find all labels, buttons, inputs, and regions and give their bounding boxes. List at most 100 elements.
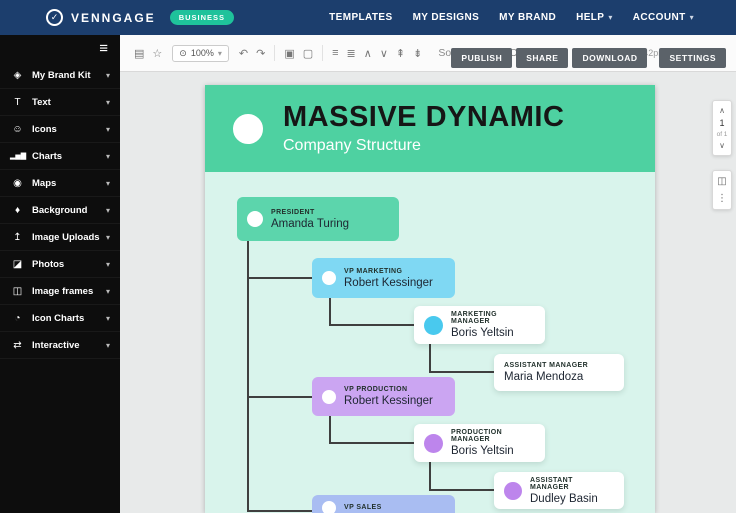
role-donut-icon bbox=[247, 211, 263, 227]
design-page[interactable]: MASSIVE DYNAMIC Company Structure PRESID… bbox=[205, 85, 655, 513]
zoom-control[interactable]: ⊙ 100% ▾ bbox=[172, 44, 229, 62]
chevron-down-icon: ▾ bbox=[105, 340, 110, 350]
sidebar-item-image-frames[interactable]: ◫ Image frames ▾ bbox=[0, 278, 120, 305]
business-plan-badge: BUSINESS bbox=[169, 10, 235, 25]
unlock-icon[interactable]: ▢ bbox=[303, 47, 313, 60]
grid-icon[interactable]: ▤ bbox=[134, 47, 144, 60]
org-card-marketing-manager[interactable]: MARKETING MANAGER Boris Yeltsin bbox=[414, 306, 545, 344]
top-navbar: ✓ VENNGAGE BUSINESS TEMPLATES MY DESIGNS… bbox=[0, 0, 736, 35]
zoom-lens-icon: ⊙ bbox=[179, 47, 187, 58]
venngage-editor: ✓ VENNGAGE BUSINESS TEMPLATES MY DESIGNS… bbox=[0, 0, 736, 513]
org-card-assistant-manager-2[interactable]: ASSISTANT MANAGER Dudley Basin bbox=[494, 472, 624, 509]
sidebar-item-photos[interactable]: ◪ Photos ▾ bbox=[0, 251, 120, 278]
venngage-logo-icon: ✓ bbox=[46, 9, 63, 26]
org-card-vp-sales[interactable]: VP SALES bbox=[312, 495, 455, 513]
company-title[interactable]: MASSIVE DYNAMIC bbox=[283, 102, 564, 132]
align-icon[interactable]: ≡ bbox=[332, 47, 338, 59]
collapse-sidebar-button[interactable]: ≡ bbox=[0, 35, 120, 62]
chevron-down-icon: ▾ bbox=[608, 13, 613, 22]
nav-templates[interactable]: TEMPLATES bbox=[329, 12, 392, 23]
photo-icon: ◪ bbox=[12, 258, 23, 270]
org-connector-line bbox=[247, 241, 249, 512]
page-navigator: ∧ 1 of 1 ∨ bbox=[712, 100, 732, 156]
toolbar-divider bbox=[322, 45, 324, 61]
chevron-down-icon: ▾ bbox=[105, 205, 110, 215]
bring-forward-icon[interactable]: ∧ bbox=[364, 47, 372, 60]
page-header-banner[interactable]: MASSIVE DYNAMIC Company Structure bbox=[205, 85, 655, 172]
chevron-down-icon: ▾ bbox=[105, 259, 110, 269]
role-dot-icon bbox=[424, 433, 443, 453]
map-pin-icon: ◉ bbox=[13, 177, 22, 189]
role-dot-icon bbox=[504, 481, 522, 500]
upload-icon: ↥ bbox=[13, 231, 22, 243]
redo-icon[interactable]: ↷ bbox=[256, 47, 265, 60]
nav-help[interactable]: HELP ▾ bbox=[576, 12, 613, 23]
chevron-down-icon: ▾ bbox=[105, 313, 110, 323]
org-connector-line bbox=[247, 510, 312, 512]
duplicate-page-icon[interactable]: ◫ bbox=[717, 176, 726, 187]
nav-account[interactable]: ACCOUNT ▾ bbox=[633, 12, 694, 23]
hamburger-icon: ≡ bbox=[99, 40, 108, 57]
sidebar-item-my-brand-kit[interactable]: ◈ My Brand Kit ▾ bbox=[0, 62, 120, 89]
sidebar-item-image-uploads[interactable]: ↥ Image Uploads ▾ bbox=[0, 224, 120, 251]
company-subtitle[interactable]: Company Structure bbox=[283, 137, 564, 155]
nav-my-brand[interactable]: MY BRAND bbox=[499, 12, 556, 23]
sidebar-item-interactive[interactable]: ⇄ Interactive ▾ bbox=[0, 332, 120, 359]
sidebar-item-maps[interactable]: ◉ Maps ▾ bbox=[0, 170, 120, 197]
sidebar-item-icons[interactable]: ☺ Icons ▾ bbox=[0, 116, 120, 143]
download-button[interactable]: DOWNLOAD bbox=[572, 48, 648, 68]
sidebar-item-charts[interactable]: ▂▅▇ Charts ▾ bbox=[0, 143, 120, 170]
role-donut-icon bbox=[322, 271, 336, 285]
chevron-down-icon: ▾ bbox=[105, 97, 110, 107]
editor-toolbar: ▤ ☆ ⊙ 100% ▾ ↶ ↷ ▣ ▢ ≡ ≣ ∧ ∨ ⇞ ⇟ Soft Co… bbox=[120, 35, 736, 72]
send-to-back-icon[interactable]: ⇟ bbox=[413, 47, 422, 60]
chevron-down-icon: ▾ bbox=[689, 13, 694, 22]
org-connector-line bbox=[247, 277, 312, 279]
previous-page-icon[interactable]: ∧ bbox=[719, 106, 725, 115]
org-connector-line bbox=[429, 344, 431, 373]
top-nav-links: TEMPLATES MY DESIGNS MY BRAND HELP ▾ ACCO… bbox=[329, 12, 694, 23]
interactive-arrows-icon: ⇄ bbox=[13, 339, 22, 351]
text-icon: T bbox=[14, 96, 21, 108]
page-actions: ◫ ⋮ bbox=[712, 170, 732, 210]
chevron-down-icon: ▾ bbox=[217, 48, 222, 58]
smiley-icon: ☺ bbox=[12, 123, 23, 135]
bring-to-front-icon[interactable]: ⇞ bbox=[396, 47, 405, 60]
frame-icon: ◫ bbox=[12, 285, 23, 297]
venngage-logo[interactable]: ✓ VENNGAGE bbox=[46, 9, 156, 26]
sidebar-item-text[interactable]: T Text ▾ bbox=[0, 89, 120, 116]
sidebar-item-icon-charts[interactable]: ◔ Icon Charts ▾ bbox=[0, 305, 120, 332]
role-donut-icon bbox=[322, 389, 336, 404]
undo-icon[interactable]: ↶ bbox=[239, 47, 248, 60]
settings-button[interactable]: SETTINGS bbox=[659, 48, 726, 68]
toolbar-divider bbox=[274, 45, 276, 61]
distribute-icon[interactable]: ≣ bbox=[347, 47, 356, 60]
page-count: of 1 bbox=[716, 131, 728, 138]
chevron-down-icon: ▾ bbox=[105, 232, 110, 242]
favorite-icon[interactable]: ☆ bbox=[152, 47, 162, 60]
send-backward-icon[interactable]: ∨ bbox=[380, 47, 388, 60]
lock-icon[interactable]: ▣ bbox=[284, 47, 294, 60]
org-connector-line bbox=[329, 298, 331, 326]
org-card-assistant-manager-1[interactable]: ASSISTANT MANAGER Maria Mendoza bbox=[494, 354, 624, 391]
droplet-icon: ♦ bbox=[14, 204, 21, 216]
toolbar-actions: PUBLISH SHARE DOWNLOAD SETTINGS bbox=[451, 48, 726, 68]
share-button[interactable]: SHARE bbox=[516, 48, 569, 68]
pie-chart-icon: ◔ bbox=[14, 312, 21, 324]
nav-my-designs[interactable]: MY DESIGNS bbox=[413, 12, 480, 23]
zoom-level: 100% bbox=[190, 48, 214, 58]
more-options-icon[interactable]: ⋮ bbox=[717, 193, 727, 204]
org-connector-line bbox=[329, 324, 414, 326]
org-card-vp-production[interactable]: VP PRODUCTION Robert Kessinger bbox=[312, 377, 455, 416]
chevron-down-icon: ▾ bbox=[105, 151, 110, 161]
sidebar-item-background[interactable]: ♦ Background ▾ bbox=[0, 197, 120, 224]
chevron-down-icon: ▾ bbox=[105, 286, 110, 296]
org-card-president[interactable]: PRESIDENT Amanda Turing bbox=[237, 197, 399, 241]
current-page-number: 1 bbox=[719, 118, 725, 128]
next-page-icon[interactable]: ∨ bbox=[719, 141, 725, 150]
publish-button[interactable]: PUBLISH bbox=[451, 48, 513, 68]
org-card-production-manager[interactable]: PRODUCTION MANAGER Boris Yeltsin bbox=[414, 424, 545, 462]
org-card-vp-marketing[interactable]: VP MARKETING Robert Kessinger bbox=[312, 258, 455, 298]
company-logo-icon bbox=[233, 113, 263, 144]
org-connector-line bbox=[429, 462, 431, 491]
